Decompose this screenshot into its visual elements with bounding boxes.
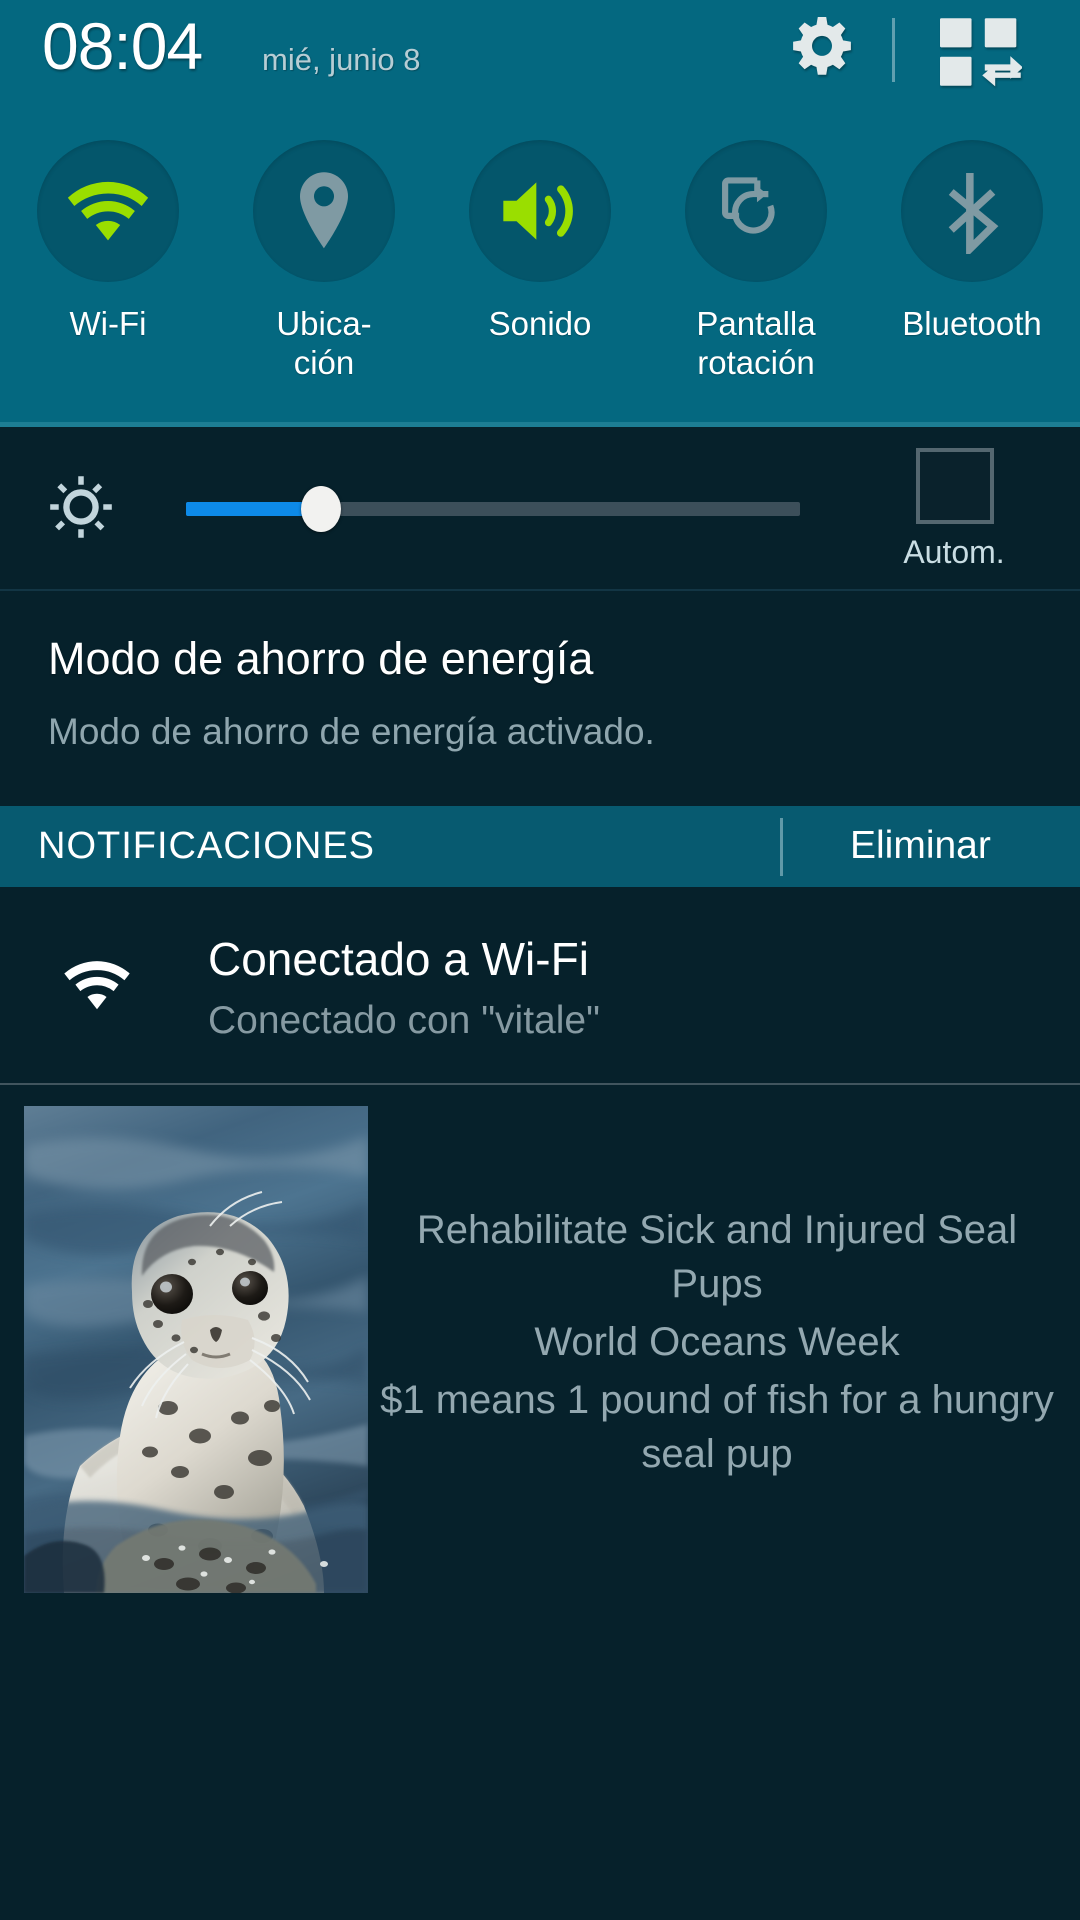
notification-wifi[interactable]: Conectado a Wi-Fi Conectado con "vitale"	[0, 887, 1080, 1085]
power-saving-title: Modo de ahorro de energía	[48, 633, 594, 684]
auto-brightness-label: Autom.	[903, 534, 1005, 570]
toggle-bubble	[253, 140, 395, 282]
notifications-header-title: NOTIFICACIONES	[38, 825, 376, 867]
seal-photo	[24, 1106, 368, 1593]
quick-toggle-label: Sonido	[488, 305, 592, 342]
brightness-slider[interactable]	[186, 486, 800, 532]
brightness-slider-thumb[interactable]	[301, 486, 342, 532]
quick-toggle-label: Ubica- ción	[276, 305, 372, 381]
toggle-bubble	[685, 140, 827, 282]
notification-wifi-subtitle: Conectado con "vitale"	[208, 999, 600, 1042]
quick-toggle-screen-rotation[interactable]: Pantalla rotación	[648, 140, 864, 382]
notification-charity-ad[interactable]: Rehabilitate Sick and Injured Seal Pups …	[0, 1085, 1080, 1607]
brightness-gear-icon	[48, 474, 114, 540]
ad-subheadline: World Oceans Week	[534, 1320, 900, 1364]
status-bar: 08:04 mié, junio 8	[0, 0, 1080, 110]
toggle-bubble	[37, 140, 179, 282]
wifi-icon	[60, 955, 134, 1013]
quick-toggle-wifi[interactable]: Wi-Fi	[0, 140, 216, 382]
clock-date: mié, junio 8	[262, 42, 421, 77]
power-saving-subtitle: Modo de ahorro de energía activado.	[48, 711, 655, 752]
screen-rotation-icon	[722, 177, 775, 234]
ad-text-block: Rehabilitate Sick and Injured Seal Pups …	[380, 1203, 1054, 1481]
location-pin-icon	[299, 172, 349, 249]
clock-time: 08:04	[42, 9, 203, 83]
notification-wifi-title: Conectado a Wi-Fi	[208, 933, 589, 985]
quick-toggle-location[interactable]: Ubica- ción	[216, 140, 432, 382]
power-saving-row[interactable]: Modo de ahorro de energía Modo de ahorro…	[0, 591, 1080, 803]
brightness-row: Autom.	[0, 432, 1080, 591]
toggle-bubble	[469, 140, 611, 282]
notification-list: Conectado a Wi-Fi Conectado con "vitale"	[0, 887, 1080, 1920]
notifications-header: NOTIFICACIONES Eliminar	[0, 806, 1080, 887]
quick-toggle-sound[interactable]: Sonido	[432, 140, 648, 382]
status-bar-divider	[892, 18, 895, 82]
quick-toggle-bluetooth[interactable]: Bluetooth	[864, 140, 1080, 382]
bluetooth-icon	[948, 173, 999, 254]
auto-brightness-checkbox[interactable]	[916, 448, 994, 524]
wifi-icon	[67, 181, 149, 241]
quick-toggle-row: Wi-Fi Ubica- ción Sonido Pantalla rotaci…	[0, 140, 1080, 382]
ad-body: $1 means 1 pound of fish for a hungry se…	[380, 1378, 1054, 1476]
ad-headline: Rehabilitate Sick and Injured Seal Pups	[416, 1208, 1018, 1306]
quick-settings-panel: 08:04 mié, junio 8 Wi-Fi Ubica- ción Son…	[0, 0, 1080, 427]
notifications-header-divider	[780, 818, 783, 876]
gear-icon[interactable]	[786, 14, 858, 86]
sound-speaker-icon	[503, 182, 573, 240]
quick-toggle-label: Pantalla rotación	[696, 305, 816, 381]
quick-toggle-label: Bluetooth	[902, 305, 1042, 342]
clear-notifications-button[interactable]: Eliminar	[850, 824, 991, 868]
quick-settings-grid-icon[interactable]	[940, 18, 1022, 88]
toggle-bubble	[901, 140, 1043, 282]
quick-toggle-label: Wi-Fi	[69, 305, 147, 342]
notification-shade-screen: 08:04 mié, junio 8 Wi-Fi Ubica- ción Son…	[0, 0, 1080, 1920]
